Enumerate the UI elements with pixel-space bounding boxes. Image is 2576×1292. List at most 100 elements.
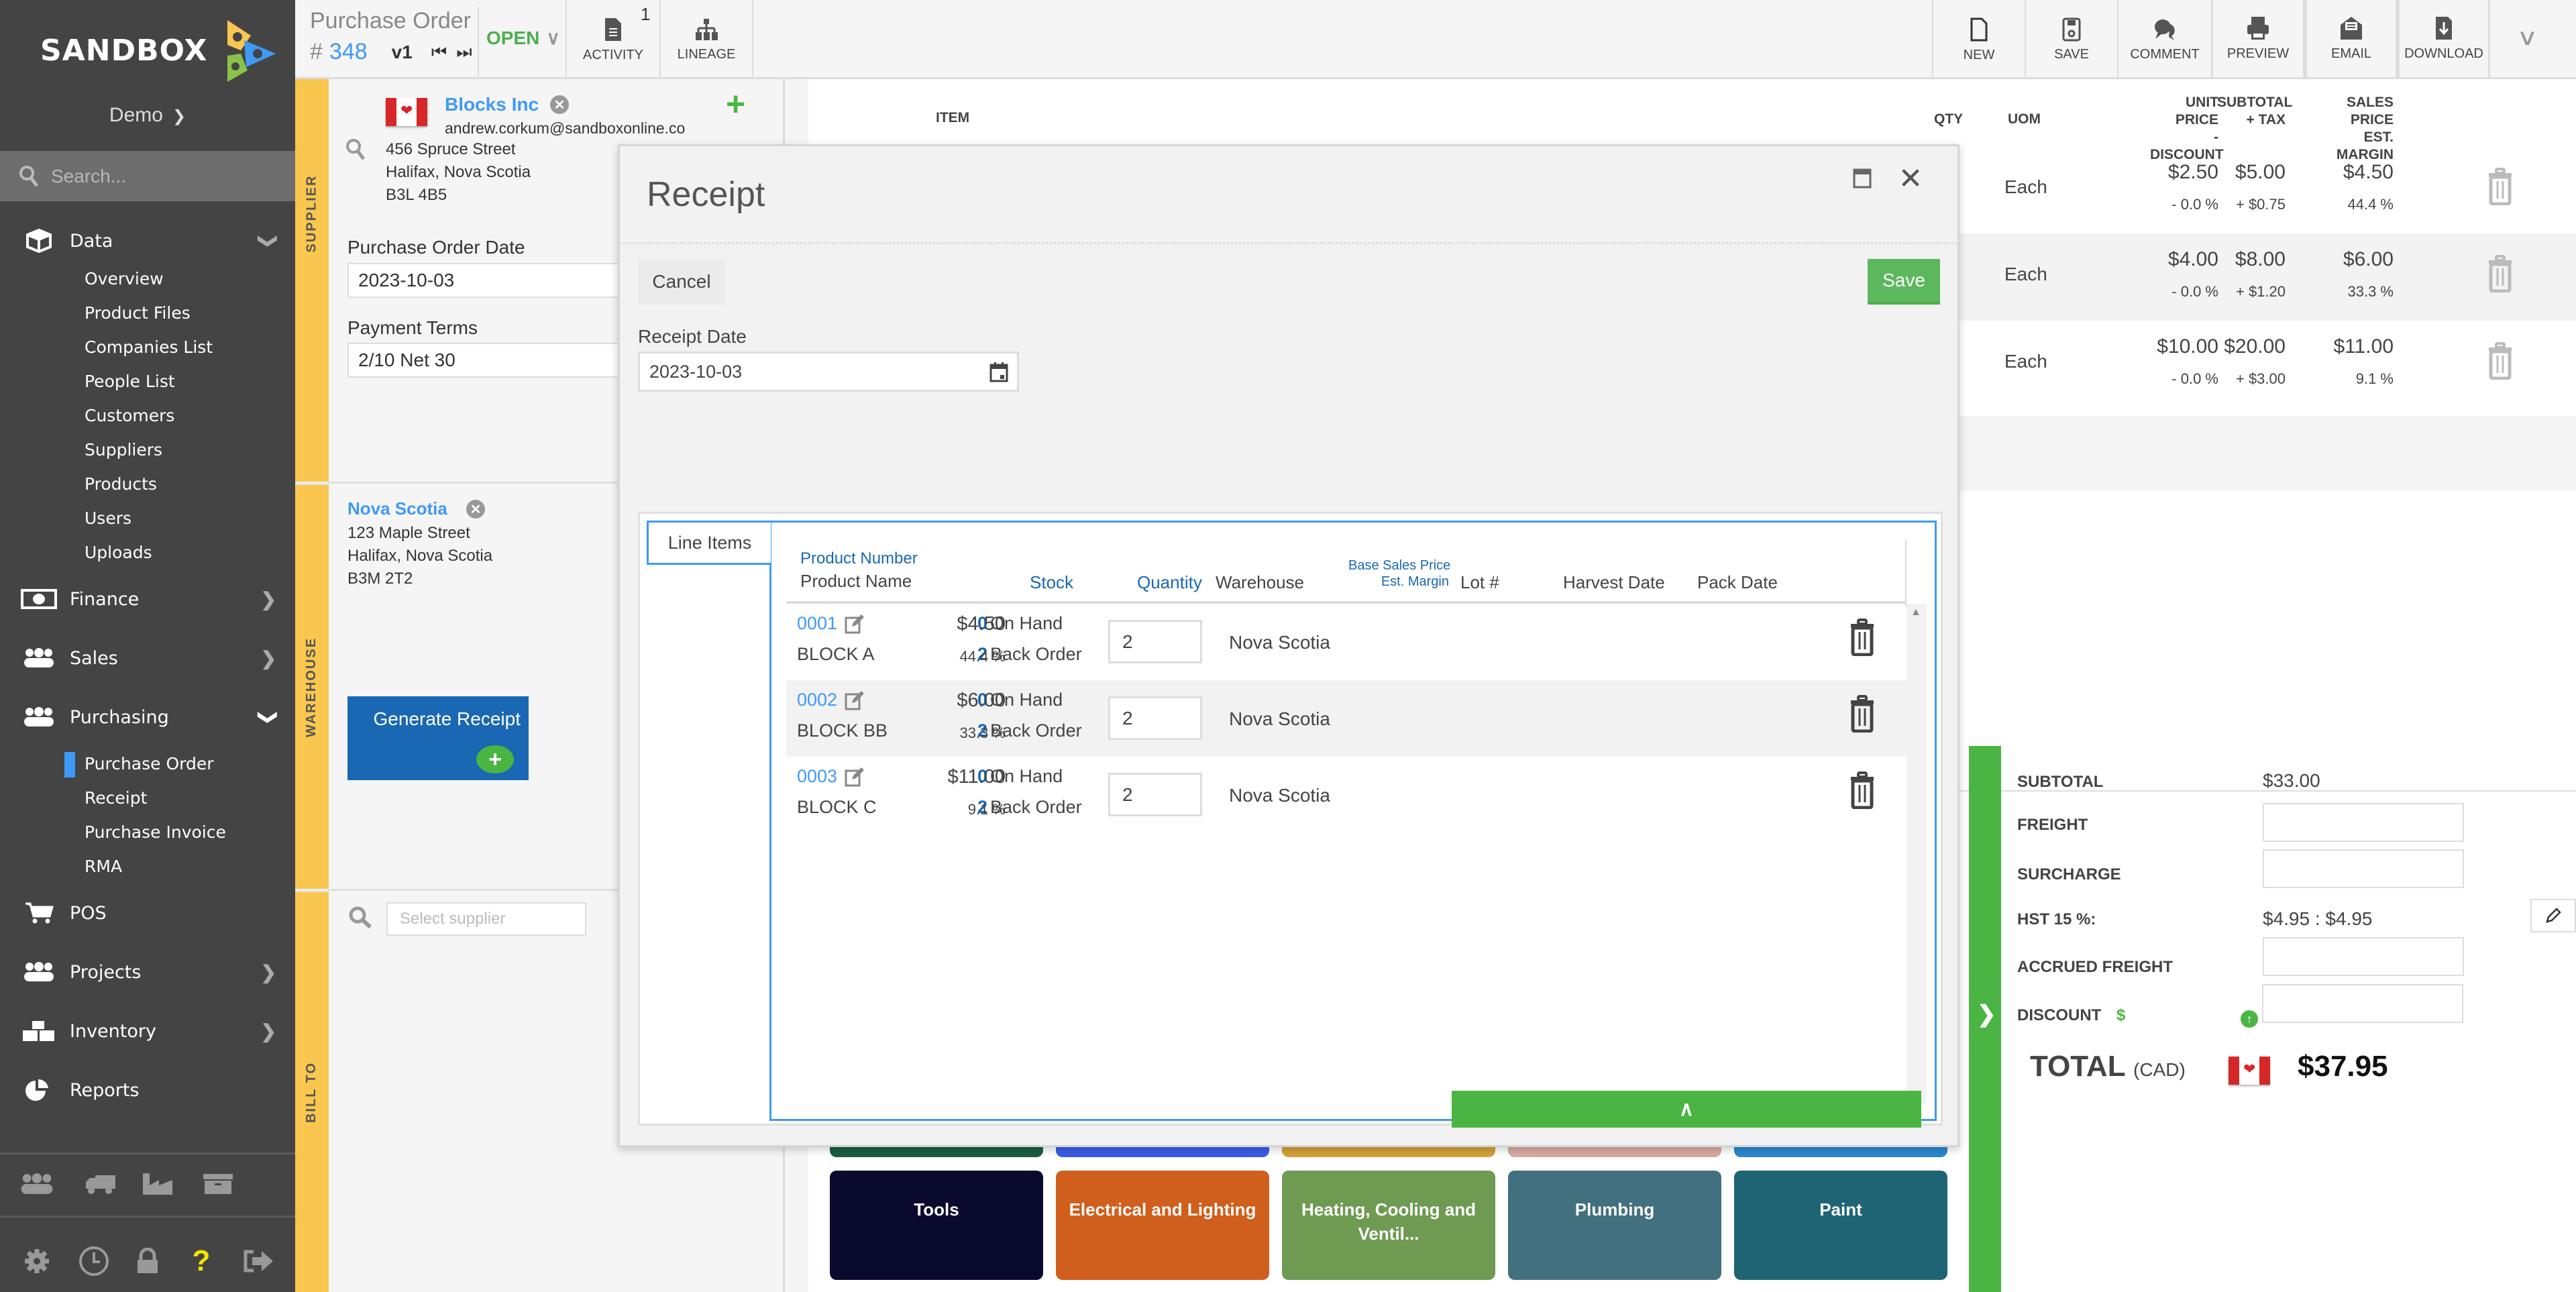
supplier-name[interactable]: Blocks Inc xyxy=(445,94,539,115)
email-button[interactable]: EMAIL xyxy=(2305,0,2398,79)
col-product-number[interactable]: Product Number xyxy=(800,549,918,568)
close-icon[interactable]: ✕ xyxy=(1898,162,1923,195)
edit-product-icon[interactable] xyxy=(844,690,865,714)
col-quantity[interactable]: Quantity xyxy=(1137,572,1202,593)
comment-button[interactable]: COMMENT xyxy=(2117,0,2211,79)
remove-warehouse-icon[interactable]: ✕ xyxy=(466,500,485,519)
save-receipt-button[interactable]: Save xyxy=(1868,259,1940,305)
trash-icon[interactable] xyxy=(2487,168,2514,209)
edit-product-icon[interactable] xyxy=(844,766,865,791)
nav-customers[interactable]: Customers xyxy=(0,398,295,433)
po-number[interactable]: 348 xyxy=(329,39,368,65)
product-number-link[interactable]: 0002 xyxy=(797,690,837,710)
clock-icon[interactable] xyxy=(74,1246,114,1277)
delete-line-icon[interactable] xyxy=(1849,618,1876,659)
add-contact-icon[interactable]: + xyxy=(726,85,745,123)
discount-input[interactable] xyxy=(2262,984,2463,1023)
nav-purchase-invoice[interactable]: Purchase Invoice xyxy=(0,815,295,849)
preview-button[interactable]: PREVIEW xyxy=(2211,0,2305,79)
tab-line-items[interactable]: Line Items xyxy=(647,521,771,565)
delete-line-icon[interactable] xyxy=(1849,771,1876,812)
users-icon[interactable] xyxy=(0,1173,74,1195)
nav-sales[interactable]: Sales ❯ xyxy=(0,629,295,688)
maximize-icon[interactable] xyxy=(1850,166,1874,191)
archive-icon[interactable] xyxy=(188,1173,248,1195)
nav-users[interactable]: Users xyxy=(0,501,295,535)
nav-suppliers[interactable]: Suppliers xyxy=(0,433,295,467)
nav-uploads[interactable]: Uploads xyxy=(0,535,295,570)
freight-input[interactable] xyxy=(2263,803,2464,842)
supplier-email: andrew.corkum@sandboxonline.co xyxy=(445,119,686,137)
accrued-freight-input[interactable] xyxy=(2263,937,2464,976)
category-tile[interactable]: Electrical and Lighting xyxy=(1056,1171,1269,1280)
line-items-scrollbar[interactable]: ▲ ▼ xyxy=(1907,604,1927,1103)
subtotal-cell: $8.00 xyxy=(2235,248,2286,270)
search-supplier-icon[interactable] xyxy=(345,138,366,161)
category-tile[interactable]: Paint xyxy=(1734,1171,1947,1280)
quantity-input[interactable]: 2 xyxy=(1108,773,1202,816)
truck-icon[interactable] xyxy=(74,1173,127,1195)
logout-icon[interactable] xyxy=(221,1249,295,1273)
last-record-icon[interactable]: ⏭ xyxy=(456,42,472,63)
nav-people-list[interactable]: People List xyxy=(0,364,295,398)
nav-product-files[interactable]: Product Files xyxy=(0,296,295,330)
new-button[interactable]: NEW xyxy=(1932,0,2025,79)
remove-supplier-icon[interactable]: ✕ xyxy=(550,95,569,114)
nav-data[interactable]: Data ❯ xyxy=(0,220,295,262)
edit-product-icon[interactable] xyxy=(844,613,865,638)
calendar-icon[interactable] xyxy=(989,362,1009,383)
dollar-toggle-icon[interactable]: $ xyxy=(2116,1006,2125,1024)
first-record-icon[interactable]: ⏮ xyxy=(431,42,447,63)
receipt-date-input[interactable]: 2023-10-03 xyxy=(638,352,1019,392)
more-menu-chevron-icon[interactable]: ∨ xyxy=(2516,24,2538,51)
nav-finance[interactable]: Finance ❯ xyxy=(0,570,295,629)
nav-projects[interactable]: Projects ❯ xyxy=(0,943,295,1002)
totals-panel-toggle[interactable]: ❯ xyxy=(1969,746,2001,1292)
factory-icon[interactable] xyxy=(127,1172,188,1196)
nav-inventory[interactable]: Inventory ❯ xyxy=(0,1002,295,1061)
generate-receipt-button[interactable]: Generate Receipt + xyxy=(347,696,529,780)
nav-overview[interactable]: Overview xyxy=(0,262,295,296)
delete-line-icon[interactable] xyxy=(1849,695,1876,736)
supplier-tab[interactable]: SUPPLIER xyxy=(295,79,329,482)
collapse-panel-button[interactable]: ∧ xyxy=(1452,1091,1921,1128)
download-button[interactable]: DOWNLOAD xyxy=(2398,0,2490,79)
category-tile[interactable]: Plumbing xyxy=(1508,1171,1721,1280)
select-supplier-input[interactable]: Select supplier xyxy=(386,902,586,936)
nav-pos[interactable]: POS xyxy=(0,883,295,943)
trash-icon[interactable] xyxy=(2487,342,2514,383)
category-tile[interactable]: Heating, Cooling and Ventil... xyxy=(1282,1171,1495,1280)
help-icon[interactable]: ? xyxy=(181,1244,221,1278)
cancel-button[interactable]: Cancel xyxy=(638,259,725,305)
nav-rma[interactable]: RMA xyxy=(0,849,295,883)
quantity-input[interactable]: 2 xyxy=(1108,696,1202,740)
edit-tax-button[interactable] xyxy=(2530,899,2576,932)
status-dropdown[interactable]: OPEN ∨ xyxy=(486,27,560,49)
lock-icon[interactable] xyxy=(114,1248,181,1275)
trash-icon[interactable] xyxy=(2487,255,2514,296)
upload-circle-icon[interactable]: ↑ xyxy=(2241,1010,2258,1028)
warehouse-tab[interactable]: WAREHOUSE xyxy=(295,483,329,889)
nav-purchasing[interactable]: Purchasing ❯ xyxy=(0,688,295,747)
search-bill-to-icon[interactable] xyxy=(347,906,374,930)
category-tile[interactable]: Tools xyxy=(830,1171,1043,1280)
col-stock[interactable]: Stock xyxy=(1030,572,1073,593)
sidebar-search[interactable]: Search... xyxy=(0,151,295,201)
product-number-link[interactable]: 0001 xyxy=(797,613,837,634)
nav-reports[interactable]: Reports xyxy=(0,1061,295,1120)
lineage-button[interactable]: LINEAGE xyxy=(659,0,753,79)
gear-icon[interactable] xyxy=(0,1248,74,1275)
nav-products[interactable]: Products xyxy=(0,467,295,501)
tenant-switcher[interactable]: Demo ❯ xyxy=(0,104,295,127)
nav-receipt[interactable]: Receipt xyxy=(0,781,295,815)
save-button[interactable]: SAVE xyxy=(2025,0,2117,79)
logo[interactable]: SANDBOX xyxy=(40,17,278,84)
scroll-up-icon[interactable]: ▲ xyxy=(1911,606,1921,618)
surcharge-input[interactable] xyxy=(2263,849,2464,888)
quantity-input[interactable]: 2 xyxy=(1108,620,1202,663)
nav-companies-list[interactable]: Companies List xyxy=(0,330,295,364)
bill-to-tab[interactable]: BILL TO xyxy=(295,890,329,1292)
nav-purchase-order[interactable]: Purchase Order xyxy=(0,747,295,781)
product-number-link[interactable]: 0003 xyxy=(797,766,837,787)
warehouse-name[interactable]: Nova Scotia xyxy=(347,498,447,519)
